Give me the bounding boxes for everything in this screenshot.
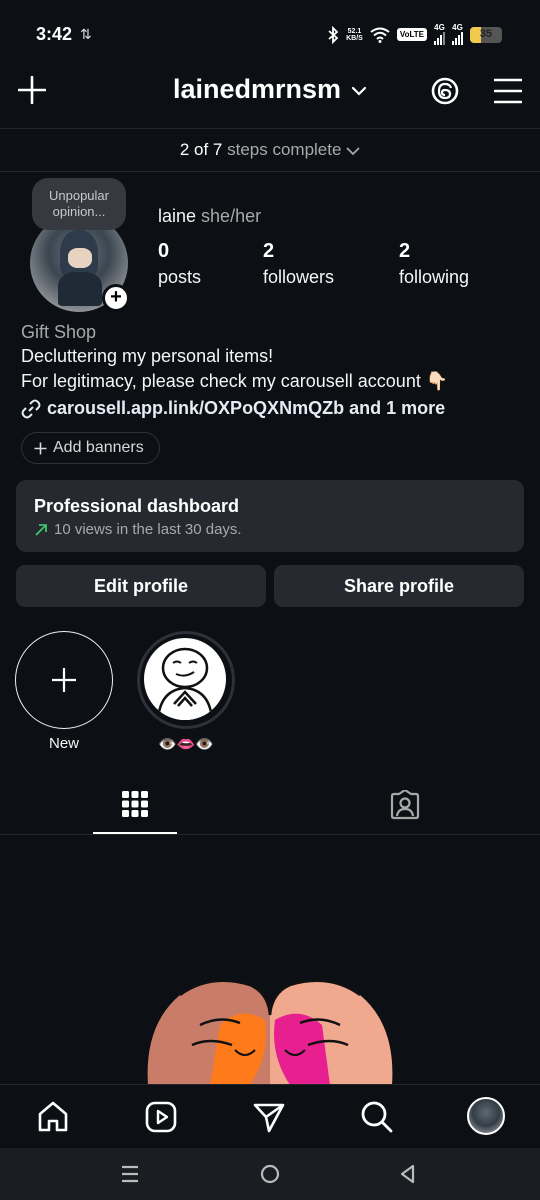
chevron-down-icon: [346, 146, 360, 155]
recents-icon[interactable]: [118, 1162, 142, 1186]
add-story-button[interactable]: +: [102, 284, 130, 312]
plus-icon: [34, 442, 47, 454]
wifi-icon: [370, 27, 390, 43]
edit-profile-button[interactable]: Edit profile: [16, 565, 266, 607]
dashboard-title: Professional dashboard: [34, 496, 240, 516]
stat-value: 0: [158, 240, 170, 262]
threads-icon[interactable]: [430, 76, 460, 106]
bio-link[interactable]: carousell.app.link/OXPoQXNmQZb and 1 mor…: [21, 398, 445, 419]
send-icon[interactable]: [251, 1099, 287, 1135]
steps-label: steps complete: [227, 140, 342, 159]
tagged-icon: [390, 790, 420, 820]
status-icons: 52.1 KB/S VoLTE 4G 4G 35: [327, 24, 502, 45]
dashboard-subtitle-row: 10 views in the last 30 days.: [34, 521, 506, 538]
bluetooth-icon: [328, 25, 339, 44]
highlight-thumbnail: [144, 638, 226, 720]
stat-label: followers: [263, 267, 335, 287]
highlight-new[interactable]: New: [15, 631, 113, 752]
network-type-2: 4G: [452, 23, 463, 32]
share-profile-button[interactable]: Share profile: [274, 565, 524, 607]
heart-hands-illustration: [147, 979, 393, 1085]
new-highlight-circle: [15, 631, 113, 729]
network-type-1: 4G: [434, 23, 445, 32]
meme-face-icon: [156, 647, 214, 720]
top-bar: lainedmrnsm: [0, 66, 540, 128]
back-icon[interactable]: [396, 1162, 420, 1186]
battery-level: 35: [479, 27, 493, 40]
profile-name-line: laine she/her: [158, 206, 261, 227]
stat-value: 2: [399, 240, 411, 262]
bio-link-text: carousell.app.link/OXPoQXNmQZb and 1 mor…: [47, 398, 446, 418]
profile-name: laine: [158, 206, 197, 226]
status-time: 3:42: [36, 24, 73, 44]
home-icon[interactable]: [35, 1099, 71, 1135]
reels-icon[interactable]: [143, 1099, 179, 1135]
bio-category: Gift Shop: [21, 322, 97, 342]
network-speed-unit: KB/S: [346, 34, 363, 42]
bio-line: Decluttering my personal items!: [21, 346, 274, 366]
divider: [0, 834, 540, 835]
add-banners-button[interactable]: Add banners: [21, 432, 160, 464]
stat-value: 2: [263, 240, 275, 262]
menu-icon[interactable]: [494, 78, 522, 104]
divider: [0, 128, 540, 129]
signal-icon-2: 4G: [452, 24, 463, 45]
stat-label: following: [399, 267, 470, 287]
profile-avatar[interactable]: [467, 1097, 505, 1135]
search-icon[interactable]: [359, 1099, 395, 1135]
professional-dashboard[interactable]: Professional dashboard 10 views in the l…: [16, 480, 524, 552]
signal-icon: 4G: [434, 24, 445, 45]
system-nav-bar: [0, 1148, 540, 1200]
divider: [0, 171, 540, 172]
battery-icon: 35: [470, 26, 502, 43]
plus-icon: [52, 668, 76, 692]
stat-posts[interactable]: 0 posts: [158, 240, 201, 288]
highlight-label: New: [48, 735, 79, 752]
username: lainedmrnsm: [172, 74, 342, 104]
data-transfer-icon: ⇅: [80, 26, 92, 42]
stat-label: posts: [158, 267, 202, 287]
highlight-item[interactable]: 👁️👄👁️: [137, 631, 235, 753]
add-banners-label: Add banners: [53, 439, 144, 456]
empty-state-illustration: [140, 965, 400, 1085]
steps-count: 2 of 7: [179, 140, 223, 159]
highlight-label: 👁️👄👁️: [157, 736, 215, 753]
tab-posts-grid[interactable]: [0, 785, 270, 833]
grid-icon: [122, 791, 148, 817]
bio-line: For legitimacy, please check my carousel…: [21, 371, 449, 391]
highlight-ring: [137, 631, 235, 729]
chevron-down-icon: [351, 86, 367, 96]
trending-up-icon: [35, 523, 47, 536]
profile-pronouns: she/her: [201, 206, 262, 226]
dashboard-subtitle: 10 views in the last 30 days.: [54, 521, 242, 538]
status-bar: 3:42 ⇅ 52.1 KB/S VoLTE 4G 4G 35: [0, 0, 540, 66]
bottom-nav: [0, 1084, 540, 1148]
volte-badge: VoLTE: [396, 28, 427, 41]
home-circle-icon[interactable]: [258, 1162, 282, 1186]
network-speed-value: 52.1: [347, 27, 362, 35]
stat-following[interactable]: 2 following: [399, 240, 469, 288]
note-bubble[interactable]: Unpopular opinion...: [32, 178, 126, 230]
tab-tagged[interactable]: [270, 785, 540, 833]
stat-followers[interactable]: 2 followers: [263, 240, 334, 288]
network-speed: 52.1 KB/S: [346, 28, 363, 42]
steps-progress-toggle[interactable]: 2 of 7 steps complete: [0, 140, 540, 160]
link-icon: [21, 399, 41, 418]
